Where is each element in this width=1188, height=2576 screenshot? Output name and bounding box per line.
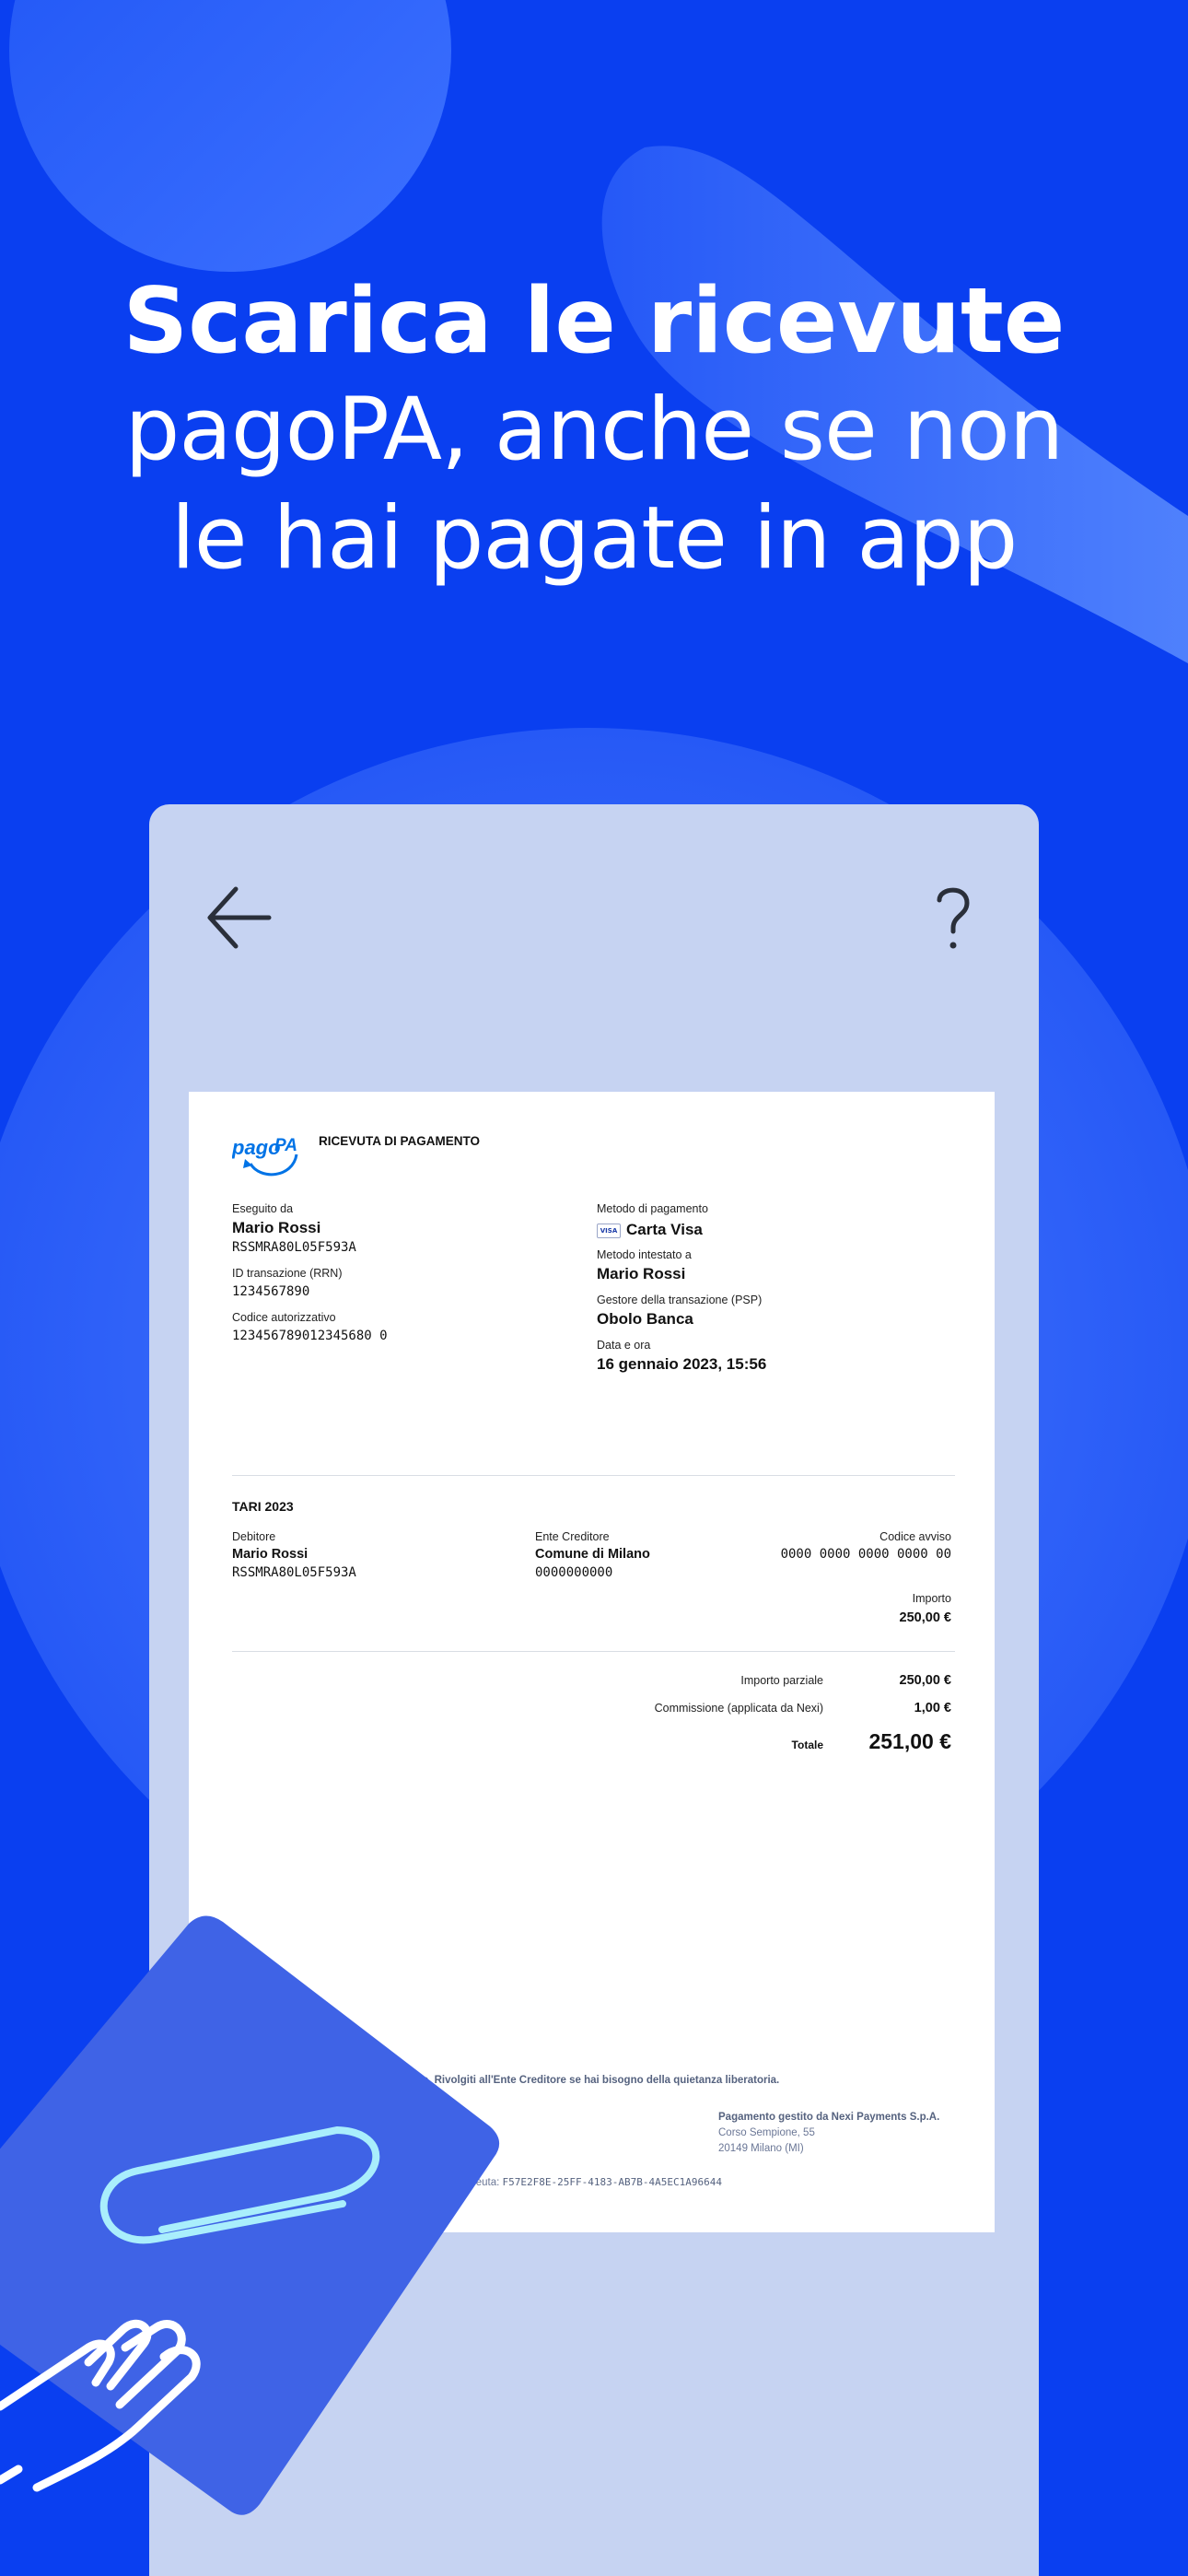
question-mark-icon [937, 887, 970, 949]
headline: Scarica le ricevute pagoPA, anche se non… [0, 267, 1188, 593]
creditor-code: 0000000000 [535, 1565, 613, 1580]
executed-by-code: RSSMRA80L05F593A [232, 1240, 356, 1255]
psp-name: Obolo Banca [597, 1310, 693, 1328]
back-button[interactable] [204, 878, 284, 957]
total-amount: 251,00 € [868, 1729, 951, 1753]
receipt-title: RICEVUTA DI PAGAMENTO [319, 1134, 481, 1148]
holder-name: Mario Rossi [597, 1265, 686, 1282]
pagopa-logo-icon: pago PA [231, 1136, 298, 1177]
attachment-card-illustration [0, 1915, 499, 2515]
payment-method-label: Metodo di pagamento [597, 1202, 708, 1215]
fee-amount: 1,00 € [914, 1701, 951, 1715]
headline-line-1: Scarica le ricevute [122, 269, 1066, 374]
auth-code: 123456789012345680 0 [232, 1329, 388, 1343]
debtor-name: Mario Rossi [232, 1547, 309, 1562]
partial-amount: 250,00 € [899, 1673, 951, 1688]
notice-code: 0000 0000 0000 0000 00 [780, 1547, 951, 1562]
total-label: Totale [791, 1739, 823, 1751]
arrow-left-icon [207, 886, 272, 949]
visa-card-icon: VISA [597, 1223, 621, 1238]
debtor-code: RSSMRA80L05F593A [232, 1565, 356, 1580]
transaction-id-label: ID transazione (RRN) [232, 1267, 343, 1280]
creditor-name: Comune di Milano [535, 1547, 650, 1562]
partial-label: Importo parziale [740, 1674, 823, 1687]
payment-method: VISA Carta Visa [597, 1221, 703, 1239]
executed-by-label: Eseguito da [232, 1202, 294, 1215]
executed-by-name: Mario Rossi [232, 1219, 321, 1236]
notice-label: Codice avviso [879, 1530, 951, 1543]
help-button[interactable] [914, 878, 993, 957]
fee-label: Commissione (applicata da Nexi) [654, 1702, 823, 1715]
svg-text:pago: pago [232, 1136, 281, 1159]
debtor-label: Debitore [232, 1530, 276, 1543]
amount-label: Importo [912, 1592, 951, 1605]
pagopa-logo: pago PA [231, 1132, 300, 1185]
auth-code-label: Codice autorizzativo [232, 1311, 336, 1324]
address-line-2: 20149 Milano (MI) [718, 2143, 804, 2154]
svg-text:PA: PA [274, 1136, 297, 1155]
address-line-1: Corso Sempione, 55 [718, 2127, 815, 2138]
headline-line-2: pagoPA, anche se non [124, 380, 1065, 480]
headline-line-3: le hai pagate in app [170, 488, 1019, 589]
divider [232, 1475, 955, 1476]
transaction-id: 1234567890 [232, 1284, 310, 1299]
datetime-label: Data e ora [597, 1339, 651, 1352]
divider [232, 1651, 955, 1652]
managed-by: Pagamento gestito da Nexi Payments S.p.A… [718, 2112, 940, 2123]
psp-label: Gestore della transazione (PSP) [597, 1294, 763, 1306]
creditor-label: Ente Creditore [535, 1530, 610, 1543]
holder-label: Metodo intestato a [597, 1248, 692, 1261]
amount: 250,00 € [899, 1610, 951, 1625]
datetime: 16 gennaio 2023, 15:56 [597, 1355, 767, 1373]
payment-method-value: Carta Visa [626, 1221, 703, 1238]
item-title: TARI 2023 [232, 1499, 294, 1514]
